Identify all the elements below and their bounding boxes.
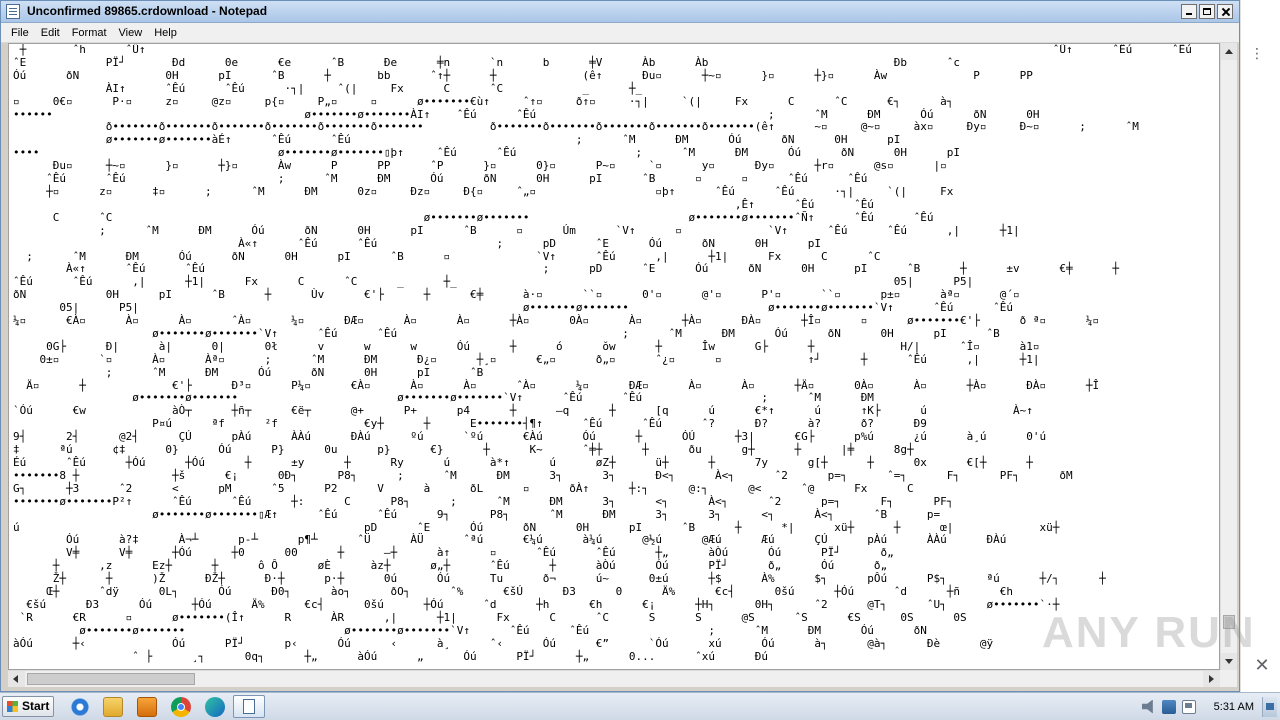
editor-content[interactable]: ┼ ˆh ˆŰ↑ ˆŰ↑ ˆÊú ˆÊú ˆE PΪ┘ Ðd 0e €e ˆB … — [13, 44, 1192, 664]
title-bar[interactable]: Unconfirmed 89865.crdownload - Notepad — [1, 1, 1239, 23]
menu-view[interactable]: View — [113, 23, 149, 43]
windows-logo-icon — [7, 701, 18, 712]
speaker-icon[interactable] — [1141, 699, 1153, 714]
notepad-taskbar-button[interactable] — [233, 695, 265, 718]
start-button[interactable]: Start — [2, 696, 54, 717]
scroll-right-arrow-icon[interactable] — [1203, 671, 1220, 687]
maximize-button[interactable] — [1199, 4, 1215, 19]
menu-edit[interactable]: Edit — [35, 23, 66, 43]
file-explorer-icon[interactable] — [103, 697, 123, 717]
action-center-flag-icon[interactable] — [1181, 699, 1196, 714]
chrome-icon[interactable] — [171, 697, 191, 717]
close-button[interactable] — [1217, 4, 1233, 19]
kebab-menu-icon[interactable]: ⋮ — [1250, 44, 1264, 64]
vertical-scrollbar[interactable] — [1220, 43, 1237, 670]
window-controls — [1181, 4, 1233, 19]
clock[interactable]: 5:31 AM — [1214, 701, 1254, 713]
menu-format[interactable]: Format — [66, 23, 113, 43]
text-editor-area[interactable]: ┼ ˆh ˆŰ↑ ˆŰ↑ ˆÊú ˆÊú ˆE PΪ┘ Ðd 0e €e ˆB … — [8, 43, 1220, 670]
notepad-app-icon[interactable] — [6, 4, 20, 19]
menu-file[interactable]: File — [1, 23, 35, 43]
close-icon[interactable]: ✕ — [1252, 656, 1272, 676]
network-icon[interactable] — [1161, 699, 1176, 714]
taskbar: Start 5:31 AM — [0, 692, 1280, 720]
horizontal-scroll-thumb[interactable] — [27, 673, 195, 685]
menu-bar: File Edit Format View Help — [1, 23, 1239, 43]
edge-icon[interactable] — [205, 697, 225, 717]
watermark-logo: ANY RUN — [1042, 608, 1256, 657]
media-player-icon[interactable] — [137, 697, 157, 717]
horizontal-scrollbar[interactable] — [8, 670, 1220, 687]
size-grip[interactable] — [1220, 670, 1237, 687]
browser-side-panel — [1240, 0, 1280, 692]
menu-help[interactable]: Help — [148, 23, 183, 43]
scroll-left-arrow-icon[interactable] — [8, 671, 25, 687]
show-desktop-button[interactable] — [1262, 696, 1277, 717]
scroll-up-arrow-icon[interactable] — [1221, 43, 1237, 60]
internet-explorer-icon[interactable] — [70, 697, 90, 717]
system-tray: 5:31 AM — [1136, 693, 1280, 720]
minimize-button[interactable] — [1181, 4, 1197, 19]
start-label: Start — [22, 699, 50, 713]
window-title: Unconfirmed 89865.crdownload - Notepad — [27, 4, 268, 18]
